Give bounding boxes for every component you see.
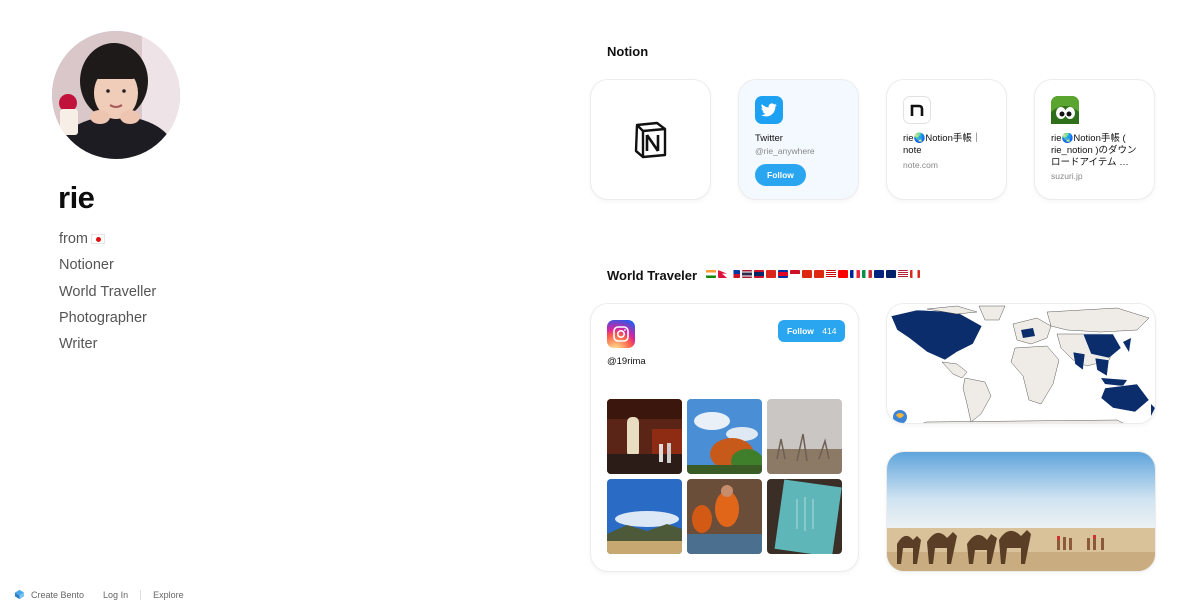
suzuri-domain: suzuri.jp xyxy=(1051,171,1083,181)
photo-autumn-trees xyxy=(687,399,762,474)
bento-logo-icon xyxy=(14,589,25,600)
instagram-photo-grid xyxy=(607,399,842,554)
profile-name: rie xyxy=(58,180,95,215)
twitter-title: Twitter xyxy=(755,133,783,144)
thailand-flag-icon xyxy=(742,270,752,278)
instagram-photo[interactable] xyxy=(607,479,682,554)
desert-camels-photo xyxy=(887,452,1155,571)
suzuri-title: rie🌏Notion手帳 ( rie_notion )のダウンロードアイテム … xyxy=(1051,133,1137,168)
laos-flag-icon xyxy=(754,270,764,278)
instagram-card[interactable]: Follow 414 @19rima xyxy=(590,303,859,572)
malaysia-flag-icon xyxy=(826,270,836,278)
login-link[interactable]: Log In xyxy=(103,590,128,600)
cambodia-flag-icon xyxy=(778,270,788,278)
twitter-icon xyxy=(755,96,783,124)
world-map-card[interactable] xyxy=(886,303,1156,424)
create-bento-link[interactable]: Create Bento xyxy=(31,590,84,600)
bio-line: Writer xyxy=(59,336,98,353)
instagram-camera-icon xyxy=(613,326,629,342)
bio-line: Notioner xyxy=(59,257,114,274)
canada-flag-icon xyxy=(910,270,920,278)
photo-teal-book xyxy=(767,479,842,554)
australia-flag-icon xyxy=(874,270,884,278)
nepal-flag-icon xyxy=(718,270,727,278)
notion-card[interactable] xyxy=(590,79,711,200)
instagram-photo[interactable] xyxy=(767,479,842,554)
follower-count: 414 xyxy=(822,326,837,336)
photo-blue-sky-mountains xyxy=(607,479,682,554)
japan-flag-icon xyxy=(91,234,105,244)
photo-orange-robes xyxy=(687,479,762,554)
usa-flag-icon xyxy=(898,270,908,278)
note-logo-icon xyxy=(910,104,924,116)
section-title-notion: Notion xyxy=(607,44,649,59)
bio-line: Photographer xyxy=(59,309,147,326)
instagram-photo[interactable] xyxy=(607,399,682,474)
twitter-bird-icon xyxy=(761,103,777,117)
suzuri-icon xyxy=(1051,96,1079,124)
suzuri-card[interactable]: rie🌏Notion手帳 ( rie_notion )のダウンロードアイテム …… xyxy=(1034,79,1155,200)
indonesia-flag-icon xyxy=(790,270,800,278)
profile-bio: from Notioner World Traveller Photograph… xyxy=(59,226,156,357)
photo-foggy-trees xyxy=(767,399,842,474)
hongkong-flag-icon xyxy=(814,270,824,278)
explore-link[interactable]: Explore xyxy=(153,590,184,600)
taiwan-flag-icon xyxy=(838,270,848,278)
instagram-photo[interactable] xyxy=(767,399,842,474)
philippines-flag-icon xyxy=(730,270,740,278)
desert-photo-card[interactable] xyxy=(886,451,1156,572)
instagram-icon xyxy=(607,320,635,348)
china-flag-icon xyxy=(802,270,812,278)
note-domain: note.com xyxy=(903,160,938,170)
india-flag-icon xyxy=(706,270,716,278)
newzealand-flag-icon xyxy=(886,270,896,278)
footer: Create Bento Log In Explore xyxy=(14,589,184,600)
notion-logo-icon xyxy=(634,121,666,158)
twitter-card[interactable]: Twitter @rie_anywhere Follow xyxy=(738,79,859,200)
france-flag-icon xyxy=(850,270,860,278)
follow-label: Follow xyxy=(787,326,814,336)
italy-flag-icon xyxy=(862,270,872,278)
note-card[interactable]: rie🌏Notion手帳｜note note.com xyxy=(886,79,1007,200)
photo-temple-interior xyxy=(607,399,682,474)
instagram-handle: @19rima xyxy=(607,356,646,367)
instagram-follow-button[interactable]: Follow 414 xyxy=(778,320,846,342)
country-flags xyxy=(706,270,920,278)
bio-line: World Traveller xyxy=(59,283,157,300)
world-map xyxy=(887,304,1155,423)
note-icon xyxy=(903,96,931,124)
vietnam-flag-icon xyxy=(766,270,776,278)
suzuri-logo-icon xyxy=(1051,96,1079,124)
profile-avatar xyxy=(52,31,180,159)
section-title-world-traveler: World Traveler xyxy=(607,268,698,283)
note-title: rie🌏Notion手帳｜note xyxy=(903,133,982,156)
instagram-photo[interactable] xyxy=(687,399,762,474)
twitter-handle: @rie_anywhere xyxy=(755,146,815,156)
bio-from-text: from xyxy=(59,231,88,247)
bio-line-from: from xyxy=(59,226,156,252)
avatar-photo xyxy=(52,31,180,159)
footer-divider xyxy=(140,589,142,600)
twitter-follow-button[interactable]: Follow xyxy=(755,164,806,186)
instagram-photo[interactable] xyxy=(687,479,762,554)
